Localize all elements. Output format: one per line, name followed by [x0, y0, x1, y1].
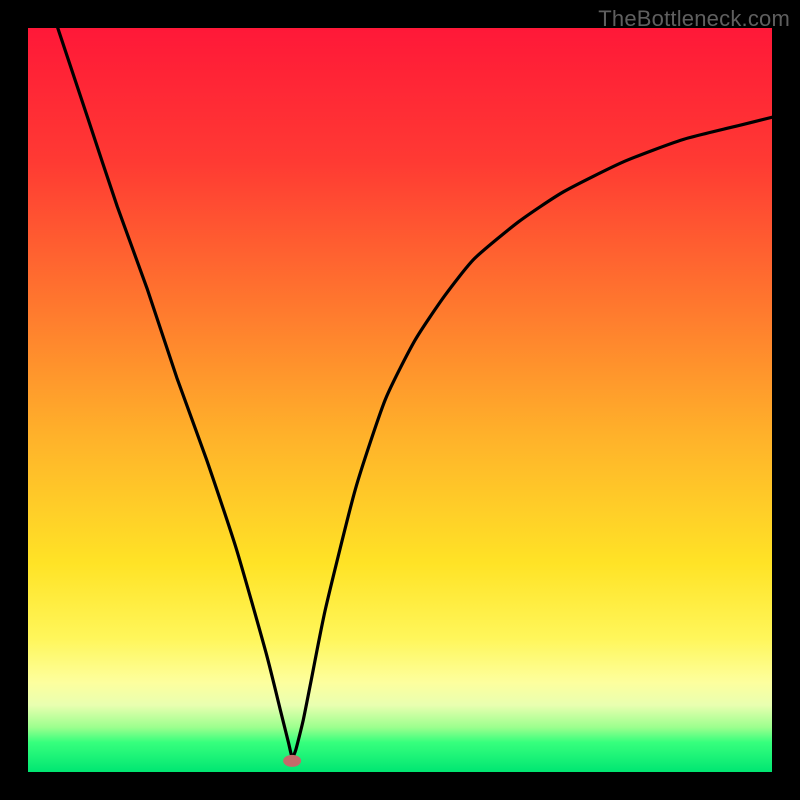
watermark-text: TheBottleneck.com — [598, 6, 790, 32]
bottleneck-curve — [58, 28, 772, 757]
curve-layer — [28, 28, 772, 772]
chart-frame: TheBottleneck.com — [0, 0, 800, 800]
plot-area — [28, 28, 772, 772]
optimal-marker — [283, 755, 301, 767]
